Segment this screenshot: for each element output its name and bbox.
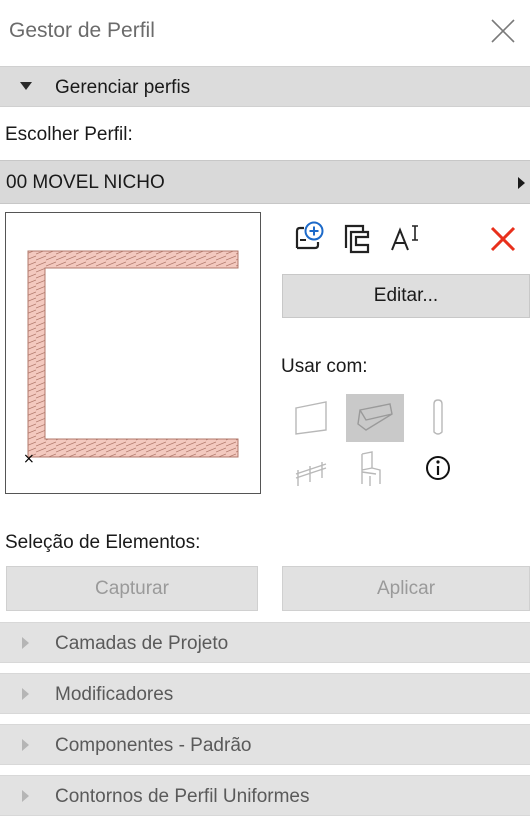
- section-label: Componentes - Padrão: [55, 735, 252, 756]
- duplicate-profile-icon[interactable]: [337, 218, 377, 258]
- element-selection-label: Seleção de Elementos:: [5, 532, 201, 553]
- new-profile-icon[interactable]: [289, 218, 329, 258]
- rename-profile-icon[interactable]: [386, 218, 426, 258]
- beam-tool-icon[interactable]: [346, 394, 404, 442]
- profile-dropdown-value: 00 MOVEL NICHO: [6, 172, 165, 193]
- title-bar: Gestor de Perfil: [0, 0, 530, 62]
- svg-text:×: ×: [23, 451, 35, 467]
- railing-tool-icon[interactable]: [290, 446, 348, 494]
- section-label: Camadas de Projeto: [55, 633, 229, 654]
- manage-profiles-label: Gerenciar perfis: [55, 77, 191, 98]
- expand-triangle-icon: [22, 688, 29, 700]
- capture-button[interactable]: Capturar: [6, 566, 258, 611]
- expand-triangle-icon: [22, 739, 29, 751]
- close-icon[interactable]: [486, 14, 520, 48]
- modifiers-header[interactable]: Modificadores: [0, 673, 530, 714]
- uniform-profile-contours-header[interactable]: Contornos de Perfil Uniformes: [0, 775, 530, 816]
- wall-tool-icon[interactable]: [290, 394, 348, 442]
- section-label: Contornos de Perfil Uniformes: [55, 786, 310, 807]
- profile-preview: ×: [5, 212, 261, 494]
- object-tool-icon[interactable]: [346, 446, 404, 494]
- dropdown-arrow-icon: [518, 177, 525, 189]
- column-tool-icon[interactable]: [412, 394, 470, 442]
- window-title: Gestor de Perfil: [9, 19, 155, 42]
- manage-profiles-header[interactable]: Gerenciar perfis: [0, 66, 530, 107]
- delete-profile-icon[interactable]: [484, 218, 524, 258]
- default-components-header[interactable]: Componentes - Padrão: [0, 724, 530, 765]
- apply-button[interactable]: Aplicar: [282, 566, 530, 611]
- expand-triangle-icon: [22, 790, 29, 802]
- section-label: Modificadores: [55, 684, 174, 705]
- expand-triangle-icon: [22, 637, 29, 649]
- edit-button[interactable]: Editar...: [282, 274, 530, 318]
- info-icon[interactable]: [412, 446, 470, 494]
- profile-shape: ×: [23, 250, 239, 467]
- project-layers-header[interactable]: Camadas de Projeto: [0, 622, 530, 663]
- choose-profile-label: Escolher Perfil:: [5, 124, 133, 145]
- collapse-triangle-icon: [20, 82, 32, 90]
- profile-dropdown[interactable]: 00 MOVEL NICHO: [0, 160, 530, 204]
- use-with-label: Usar com:: [281, 356, 368, 377]
